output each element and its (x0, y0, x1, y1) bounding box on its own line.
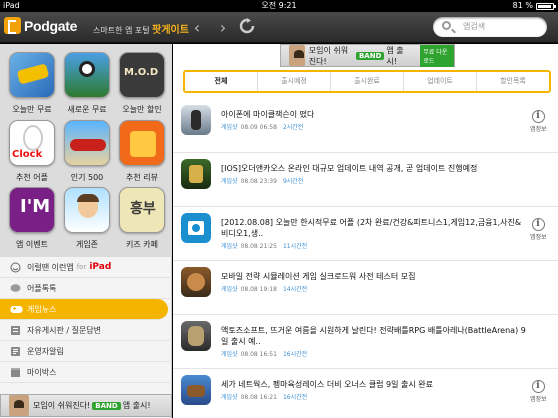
search-input[interactable]: 앱검색 (433, 17, 547, 37)
app-info-button[interactable]: i 앱정보 (530, 380, 547, 403)
logo[interactable]: Podgate (4, 17, 77, 34)
notice-icon (10, 346, 21, 357)
smile-icon (10, 262, 21, 273)
box-icon (10, 367, 21, 378)
news-filter-tabs: 전체 출시예정 출시완료 업데이트 할인목록 (183, 70, 551, 93)
battery-icon (536, 2, 556, 10)
news-thumbnail (181, 375, 211, 405)
category-recommended-apps[interactable]: Clock 추천 어플 (6, 120, 58, 183)
news-thumbnail (181, 105, 211, 135)
forward-arrow-icon[interactable]: › (214, 19, 232, 37)
podgate-logo-icon (4, 17, 21, 34)
search-icon (442, 21, 451, 30)
sidebar-menu: 이럴땐 이런앱 for iPad 어플톡톡 게임뉴스 자유게시판 / 질문답변 … (0, 257, 172, 383)
chat-bubble-icon (10, 283, 21, 294)
app-events-icon: I'M (9, 187, 55, 233)
category-recommended-reviews[interactable]: 추천 리뷰 (116, 120, 168, 183)
band-ad-banner-top[interactable]: 모임이 쉬워진다! BAND 앱 출시! 무료 다운로드 (280, 44, 455, 67)
list-item[interactable]: 액토즈소프트, 뜨거운 여름을 시원하게 날린다! 전략배틀RPG 배틀아레나(… (173, 315, 558, 369)
app-category-grid: 오늘만 무료 새로운 무료 M.O.D 오늘만 할인 Clock 추천 어플 인… (0, 44, 172, 257)
free-today-icon (9, 52, 55, 98)
ad-person-image (289, 45, 305, 66)
tab-upcoming[interactable]: 출시예정 (257, 72, 330, 91)
tab-all[interactable]: 전체 (185, 72, 257, 91)
info-icon: i (531, 110, 545, 123)
band-ad-banner-left[interactable]: 모임이 쉬워진다! BAND 앱 출시! (0, 394, 172, 417)
clock: 오전 9:21 (261, 1, 297, 10)
logo-text: Podgate (24, 17, 78, 34)
refresh-icon[interactable] (238, 18, 256, 36)
search-placeholder: 앱검색 (463, 22, 486, 31)
app-info-button[interactable]: i 앱정보 (530, 110, 547, 133)
ad-person-image (9, 395, 29, 416)
status-bar: iPad 오전 9:21 81 % (0, 0, 558, 12)
ad-download-button[interactable]: 무료 다운로드 (420, 44, 454, 67)
sidebar-item-app-talk[interactable]: 어플톡톡 (0, 278, 172, 299)
news-thumbnail (181, 159, 211, 189)
list-item[interactable]: 모바일 전략 시뮬레이션 게임 실크로드워 사전 테스터 모집 게임샷 08.08… (173, 261, 558, 315)
sidebar-item-notice[interactable]: 운영자알림 (0, 341, 172, 362)
gamepad-icon (10, 304, 23, 315)
battery-percent: 81 % (512, 1, 533, 10)
sidebar-item-my-box[interactable]: 마이박스 (0, 362, 172, 383)
sidebar-item-free-board[interactable]: 자유게시판 / 질문답변 (0, 320, 172, 341)
sale-today-icon: M.O.D (119, 52, 165, 98)
category-sale-today[interactable]: M.O.D 오늘만 할인 (116, 52, 168, 115)
news-thumbnail (181, 267, 211, 297)
app-header: Podgate 스마트한 앱 포털 팟게이트 ‹ › 앱검색 (0, 12, 558, 43)
list-item[interactable]: [2012.08.08] 오늘만 한시적무료 어플 (2차 완료/건강&피트니스… (173, 207, 558, 261)
sidebar: 오늘만 무료 새로운 무료 M.O.D 오늘만 할인 Clock 추천 어플 인… (0, 44, 172, 418)
sidebar-item-game-news[interactable]: 게임뉴스 (0, 299, 168, 320)
news-list: 아이폰에 마이클잭슨이 떴다 게임샷 08.09 06:58 2시간전 i 앱정보 [… (173, 99, 558, 418)
category-new-free[interactable]: 새로운 무료 (61, 52, 113, 115)
recommended-reviews-icon (119, 120, 165, 166)
info-icon: i (531, 380, 545, 393)
board-icon (10, 325, 21, 336)
app-info-button[interactable]: i 앱정보 (530, 218, 547, 241)
new-free-icon (64, 52, 110, 98)
main-content: 모임이 쉬워진다! BAND 앱 출시! 무료 다운로드 전체 출시예정 출시완… (173, 44, 558, 418)
brand-name: 팟게이트 (152, 25, 189, 36)
tab-released[interactable]: 출시완료 (330, 72, 403, 91)
top-500-icon (64, 120, 110, 166)
list-item[interactable]: 세가 네트웍스, 펭마육성레이스 더비 오너스 클럽 9일 출시 완료 게임샷 0… (173, 369, 558, 418)
category-top-500[interactable]: 인기 500 (61, 120, 113, 183)
news-thumbnail (181, 213, 211, 243)
tab-discounts[interactable]: 할인목록 (476, 72, 549, 91)
news-thumbnail (181, 321, 211, 351)
category-kids-cafe[interactable]: 흥부 키즈 카페 (116, 187, 168, 250)
list-item[interactable]: [IOS]오더앤카오스 온라인 대규모 업데이트 내역 공개, 곧 업데이트 진… (173, 153, 558, 207)
category-free-today[interactable]: 오늘만 무료 (6, 52, 58, 115)
kids-cafe-icon: 흥부 (119, 187, 165, 233)
list-item[interactable]: 아이폰에 마이클잭슨이 떴다 게임샷 08.09 06:58 2시간전 i 앱정보 (173, 99, 558, 153)
tagline: 스마트한 앱 포털 팟게이트 (93, 25, 189, 36)
back-arrow-icon[interactable]: ‹ (188, 19, 206, 37)
game-zone-icon (64, 187, 110, 233)
battery-indicator: 81 % (512, 0, 556, 12)
sidebar-item-app-finder[interactable]: 이럴땐 이런앱 for iPad (0, 257, 172, 278)
category-app-events[interactable]: I'M 앱 이벤트 (6, 187, 58, 250)
tab-updates[interactable]: 업데이트 (403, 72, 476, 91)
info-icon: i (531, 218, 545, 231)
category-game-zone[interactable]: 게임존 (61, 187, 113, 250)
recommended-apps-icon: Clock (9, 120, 55, 166)
